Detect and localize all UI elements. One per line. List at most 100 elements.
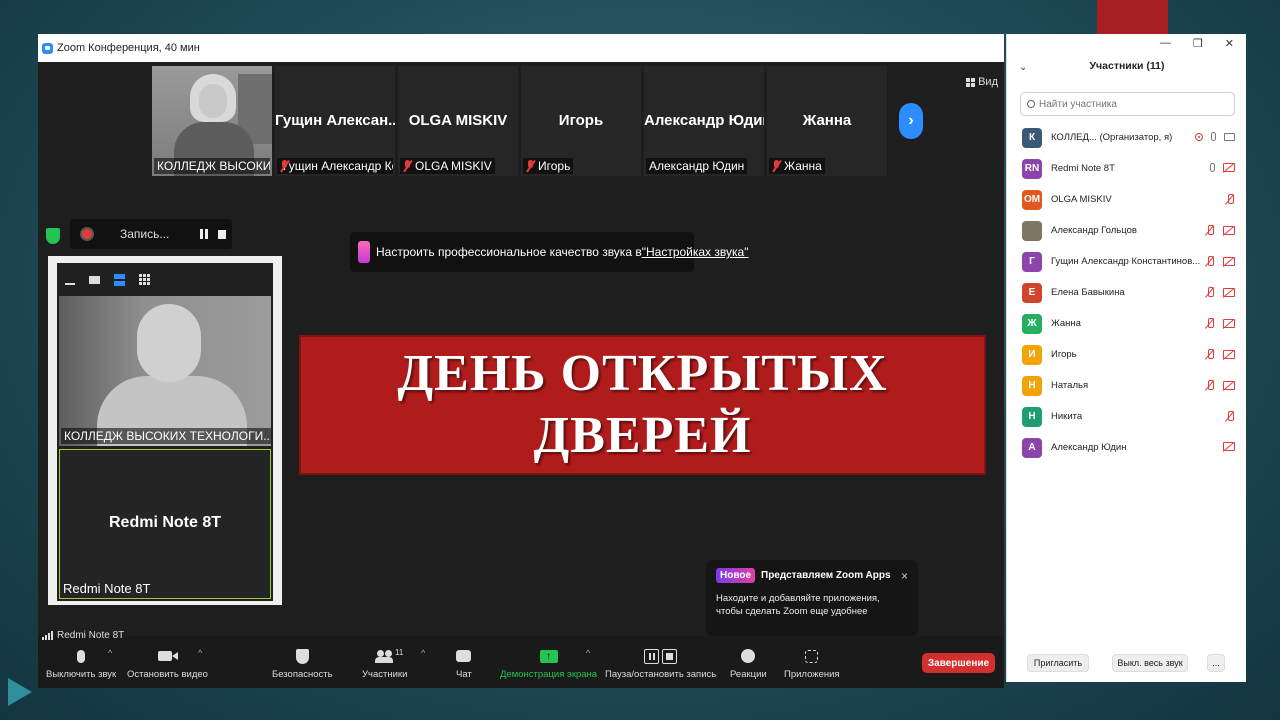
participant-name: Гущин Александр Константинов... — [1051, 256, 1201, 267]
stop-recording-icon[interactable] — [218, 229, 226, 239]
participant-row[interactable]: Ж Жанна — [1007, 308, 1247, 339]
audio-settings-link[interactable]: "Настройках звука" — [642, 245, 749, 259]
audio-options-chevron-icon[interactable]: ^ — [108, 648, 112, 658]
participant-name: Никита — [1051, 411, 1083, 422]
avatar: А — [1022, 437, 1042, 458]
share-options-chevron-icon[interactable]: ^ — [586, 648, 590, 658]
mic-muted-icon — [1225, 194, 1235, 205]
gallery-view-icon[interactable] — [139, 274, 150, 285]
close-window-icon[interactable]: ✕ — [1225, 37, 1234, 50]
participant-status-icons — [1195, 132, 1235, 141]
end-meeting-button[interactable]: Завершение — [922, 653, 995, 673]
mute-all-button[interactable]: Выкл. весь звук — [1112, 654, 1188, 672]
restore-icon[interactable]: ❐ — [1193, 37, 1203, 50]
apps-button[interactable]: Приложения — [784, 646, 840, 680]
redmi-tile-label: Redmi Note 8T — [63, 581, 151, 596]
hide-video-icon[interactable] — [89, 275, 100, 284]
camera-icon — [1224, 132, 1235, 141]
tile-center-name: Гущин Алексан... — [275, 112, 395, 129]
participant-row[interactable]: RN Redmi Note 8T — [1007, 153, 1247, 184]
participants-title: Участники (11) — [1089, 60, 1165, 72]
avatar: Г — [1022, 251, 1042, 272]
zoom-apps-popup: Новое Представляем Zoom Apps × Находите … — [706, 560, 918, 636]
participant-status-icons — [1210, 163, 1235, 172]
avatar: И — [1022, 344, 1042, 365]
mic-muted-icon — [1205, 318, 1215, 329]
gallery-tile[interactable]: OLGA MISKIV OLGA MISKIV — [398, 66, 518, 176]
reactions-button[interactable]: Реакции — [730, 646, 767, 680]
share-screen-button[interactable]: ↑ Демонстрация экрана — [500, 646, 597, 680]
avatar: Н — [1022, 375, 1042, 396]
tile-name-label: Жанна — [769, 158, 825, 174]
share-label: Демонстрация экрана — [500, 669, 598, 680]
participant-status-icons — [1205, 256, 1235, 267]
speaker-view-icon[interactable] — [114, 273, 125, 286]
gallery-tile[interactable]: Жанна Жанна — [767, 66, 887, 176]
camera-off-icon — [1223, 442, 1235, 451]
tile-name-label: OLGA MISKIV — [400, 158, 495, 174]
participant-row[interactable]: К КОЛЛЕД... (Организатор, я) — [1007, 122, 1247, 153]
floating-video-panel[interactable]: КОЛЛЕДЖ ВЫСОКИХ ТЕХНОЛОГИ... Redmi Note … — [48, 256, 282, 605]
participants-options-chevron-icon[interactable]: ^ — [421, 648, 425, 658]
meeting-controls: Выключить звук ^ Остановить видео ^ Безо… — [38, 640, 1004, 688]
audio-quality-tip: Настроить профессиональное качество звук… — [350, 232, 748, 272]
camera-off-icon — [1223, 381, 1235, 390]
gallery-tile[interactable]: Игорь Игорь — [521, 66, 641, 176]
encryption-shield-icon[interactable] — [46, 228, 60, 244]
security-label: Безопасность — [272, 669, 333, 680]
chat-label: Чат — [456, 669, 472, 680]
redmi-video-tile[interactable]: Redmi Note 8T Redmi Note 8T — [59, 449, 271, 599]
gallery-tile[interactable]: КОЛЛЕДЖ ВЫСОКИХ Т... — [152, 66, 272, 176]
participant-name: Игорь — [1051, 349, 1077, 360]
tile-center-name: Жанна — [802, 112, 852, 129]
tile-name-label: Игорь — [523, 158, 574, 174]
camera-off-icon — [1223, 257, 1235, 266]
participant-row[interactable]: Н Никита — [1007, 401, 1247, 432]
participant-row[interactable]: Александр Гольцов — [1007, 215, 1247, 246]
minimize-video-icon[interactable] — [65, 282, 75, 285]
chat-icon — [456, 650, 472, 662]
participant-row[interactable]: Н Наталья — [1007, 370, 1247, 401]
panel-window-controls: — ❐ ✕ — [1160, 34, 1246, 52]
share-screen-icon: ↑ — [539, 649, 558, 663]
participant-status-icons — [1205, 318, 1235, 329]
participants-button[interactable]: 11 Участники — [362, 646, 407, 680]
participant-row[interactable]: OM OLGA MISKIV — [1007, 184, 1247, 215]
self-video-tile[interactable]: КОЛЛЕДЖ ВЫСОКИХ ТЕХНОЛОГИ... — [59, 296, 271, 446]
chat-button[interactable]: Чат — [456, 646, 472, 680]
mic-muted-icon — [1205, 256, 1215, 267]
camera-icon — [157, 651, 178, 661]
mute-button[interactable]: Выключить звук — [46, 646, 116, 680]
minimize-icon[interactable]: — — [1160, 37, 1171, 49]
pause-stop-recording-button[interactable]: Пауза/остановить запись — [605, 646, 716, 680]
mic-muted-icon — [526, 160, 535, 172]
gallery-tile[interactable]: Александр Юдин Александр Юдин — [644, 66, 764, 176]
participant-row[interactable]: И Игорь — [1007, 339, 1247, 370]
search-input[interactable] — [1039, 98, 1219, 110]
mic-muted-icon — [1205, 287, 1215, 298]
gallery-next-button[interactable]: › — [899, 103, 923, 139]
video-options-chevron-icon[interactable]: ^ — [198, 648, 202, 658]
invite-button[interactable]: Пригласить — [1027, 654, 1089, 672]
participant-row[interactable]: Е Елена Бавыкина — [1007, 277, 1247, 308]
reactions-label: Реакции — [730, 669, 767, 680]
pause-recording-icon[interactable] — [200, 229, 208, 239]
participant-status-icons — [1225, 411, 1235, 422]
participants-panel: — ❐ ✕ ⌄ Участники (11) ККОЛЛЕД... (Орган… — [1006, 34, 1246, 682]
security-button[interactable]: Безопасность — [272, 646, 333, 680]
gallery-tile[interactable]: Гущин Алексан... Гущин Александр Ко... — [275, 66, 395, 176]
close-icon[interactable]: × — [901, 569, 908, 583]
recording-label: Запись... — [120, 227, 170, 241]
participant-row[interactable]: Г Гущин Александр Константинов... — [1007, 246, 1247, 277]
grid-view-icon — [966, 77, 976, 87]
participant-search[interactable] — [1020, 92, 1235, 116]
stop-video-button[interactable]: Остановить видео — [127, 646, 208, 680]
participant-row[interactable]: А Александр Юдин — [1007, 432, 1247, 463]
microphone-icon — [1210, 163, 1215, 172]
participant-name: Елена Бавыкина — [1051, 287, 1125, 298]
slide-decoration-red-block — [1097, 0, 1168, 34]
view-button[interactable]: Вид — [966, 76, 998, 88]
more-options-button[interactable]: ... — [1207, 654, 1225, 672]
apps-icon — [805, 649, 819, 663]
avatar: К — [1022, 127, 1042, 148]
